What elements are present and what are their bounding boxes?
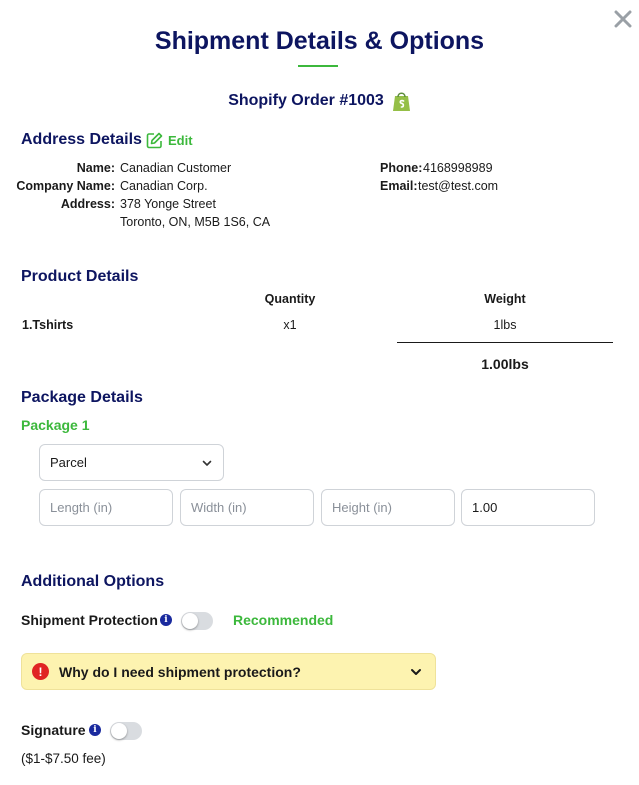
signature-fee: ($1-$7.50 fee) xyxy=(21,751,106,766)
product-name: 1.Tshirts xyxy=(22,318,74,332)
address-section-title: Address Details xyxy=(21,131,142,148)
signature-toggle[interactable] xyxy=(110,722,142,740)
product-quantity: x1 xyxy=(283,318,297,332)
weight-header: Weight xyxy=(484,292,526,306)
email-value: test@test.com xyxy=(418,179,499,193)
recommended-label: Recommended xyxy=(233,612,334,628)
product-weight: 1lbs xyxy=(493,318,517,332)
quantity-header: Quantity xyxy=(264,292,316,306)
close-icon xyxy=(614,10,632,28)
total-weight: 1.00lbs xyxy=(481,356,529,372)
company-label: Company Name: xyxy=(16,179,115,193)
edit-icon xyxy=(146,132,163,149)
signature-label: Signature xyxy=(21,722,86,738)
name-label: Name: xyxy=(76,161,115,175)
order-header: Shopify Order #1003 xyxy=(0,90,639,112)
phone-label: Phone: xyxy=(380,161,423,175)
order-label: Shopify Order #1003 xyxy=(228,92,384,109)
toggle-knob xyxy=(182,613,198,629)
shopify-bag-icon xyxy=(392,92,410,111)
product-section-title: Product Details xyxy=(21,268,139,285)
package-section-title: Package Details xyxy=(21,389,143,406)
package-label: Package 1 xyxy=(21,417,90,433)
toggle-knob xyxy=(111,723,127,739)
package-type-value: Parcel xyxy=(50,455,87,470)
edit-address-button[interactable]: Edit xyxy=(146,132,193,149)
length-input[interactable] xyxy=(39,489,173,526)
phone-value: 4168998989 xyxy=(423,161,493,175)
title-underline xyxy=(298,65,338,67)
protection-faq-accordion[interactable]: ! Why do I need shipment protection? xyxy=(21,653,436,690)
package-type-select[interactable]: Parcel xyxy=(39,444,224,481)
faq-question: Why do I need shipment protection? xyxy=(59,663,301,680)
email-label: Email: xyxy=(380,179,418,193)
company-name: Canadian Corp. xyxy=(120,179,208,193)
width-input[interactable] xyxy=(180,489,314,526)
info-icon[interactable]: i xyxy=(89,724,101,736)
chevron-down-icon xyxy=(202,460,212,466)
height-input[interactable] xyxy=(321,489,455,526)
shipment-protection-label: Shipment Protection xyxy=(21,612,158,628)
info-icon[interactable]: i xyxy=(160,614,172,626)
weight-total-divider xyxy=(397,342,613,343)
options-section-title: Additional Options xyxy=(21,573,165,590)
alert-icon: ! xyxy=(32,663,49,680)
customer-name: Canadian Customer xyxy=(120,161,232,175)
shipment-protection-toggle[interactable] xyxy=(181,612,213,630)
address-line-1: 378 Yonge Street xyxy=(120,197,216,211)
address-label: Address: xyxy=(60,197,115,211)
chevron-down-icon xyxy=(411,668,421,675)
edit-label: Edit xyxy=(168,133,193,148)
address-line-2: Toronto, ON, M5B 1S6, CA xyxy=(120,215,271,229)
weight-input[interactable] xyxy=(461,489,595,526)
modal-title: Shipment Details & Options xyxy=(154,27,485,55)
